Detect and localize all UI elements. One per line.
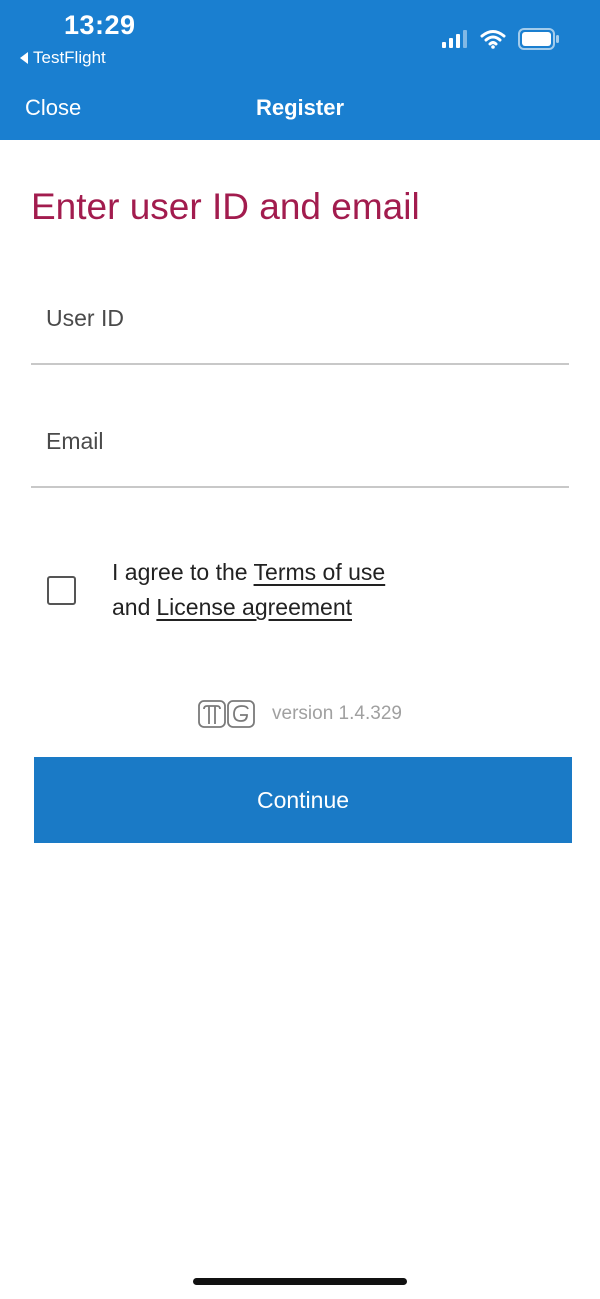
version-row: version 1.4.329	[0, 700, 600, 728]
header-bar: 13:29 TestFlight Close Register	[0, 0, 600, 140]
back-triangle-icon	[20, 52, 28, 64]
wifi-icon	[480, 30, 506, 49]
agree-prefix: I agree to the	[112, 559, 248, 585]
agree-checkbox[interactable]	[47, 576, 76, 605]
home-indicator[interactable]	[193, 1278, 407, 1285]
user-id-field	[31, 283, 569, 365]
status-time: 13:29	[64, 10, 136, 40]
agreement-row: I agree to the Terms of use and License ag…	[47, 555, 567, 625]
back-app-label: TestFlight	[33, 48, 106, 67]
battery-icon	[518, 28, 559, 50]
email-field	[31, 406, 569, 488]
cellular-signal-icon	[442, 30, 467, 48]
agreement-text: I agree to the Terms of use and License ag…	[112, 555, 385, 625]
email-input[interactable]	[46, 406, 546, 476]
close-button[interactable]: Close	[25, 95, 81, 121]
user-id-input[interactable]	[46, 283, 546, 353]
nav-title: Register	[255, 95, 345, 120]
license-agreement-link[interactable]: License agreement	[156, 594, 352, 620]
agree-and: and	[112, 594, 151, 620]
register-screen: 13:29 TestFlight Close Register Enter us…	[0, 0, 600, 1299]
continue-button[interactable]: Continue	[34, 757, 572, 843]
terms-of-use-link[interactable]: Terms of use	[254, 559, 386, 585]
app-logo-icon	[198, 700, 255, 728]
status-icons	[442, 28, 560, 50]
version-label: version 1.4.329	[272, 703, 402, 724]
page-title: Enter user ID and email	[31, 186, 420, 227]
back-to-app-link[interactable]: TestFlight	[20, 48, 106, 68]
